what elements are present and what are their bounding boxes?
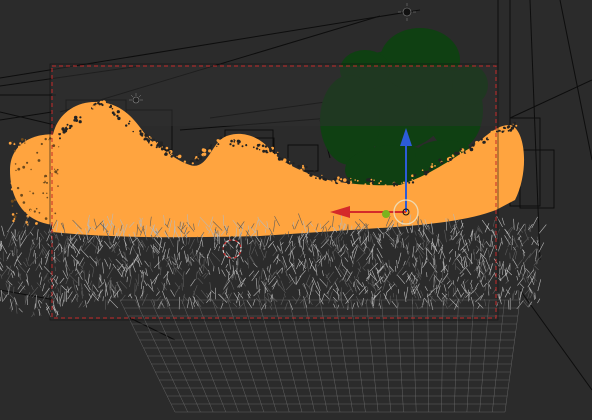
light-icon[interactable] <box>398 3 416 21</box>
floor-grid <box>119 299 521 413</box>
viewport-canvas[interactable] <box>0 0 592 420</box>
3d-viewport[interactable] <box>0 0 592 420</box>
gizmo-y-handle[interactable] <box>382 210 390 218</box>
